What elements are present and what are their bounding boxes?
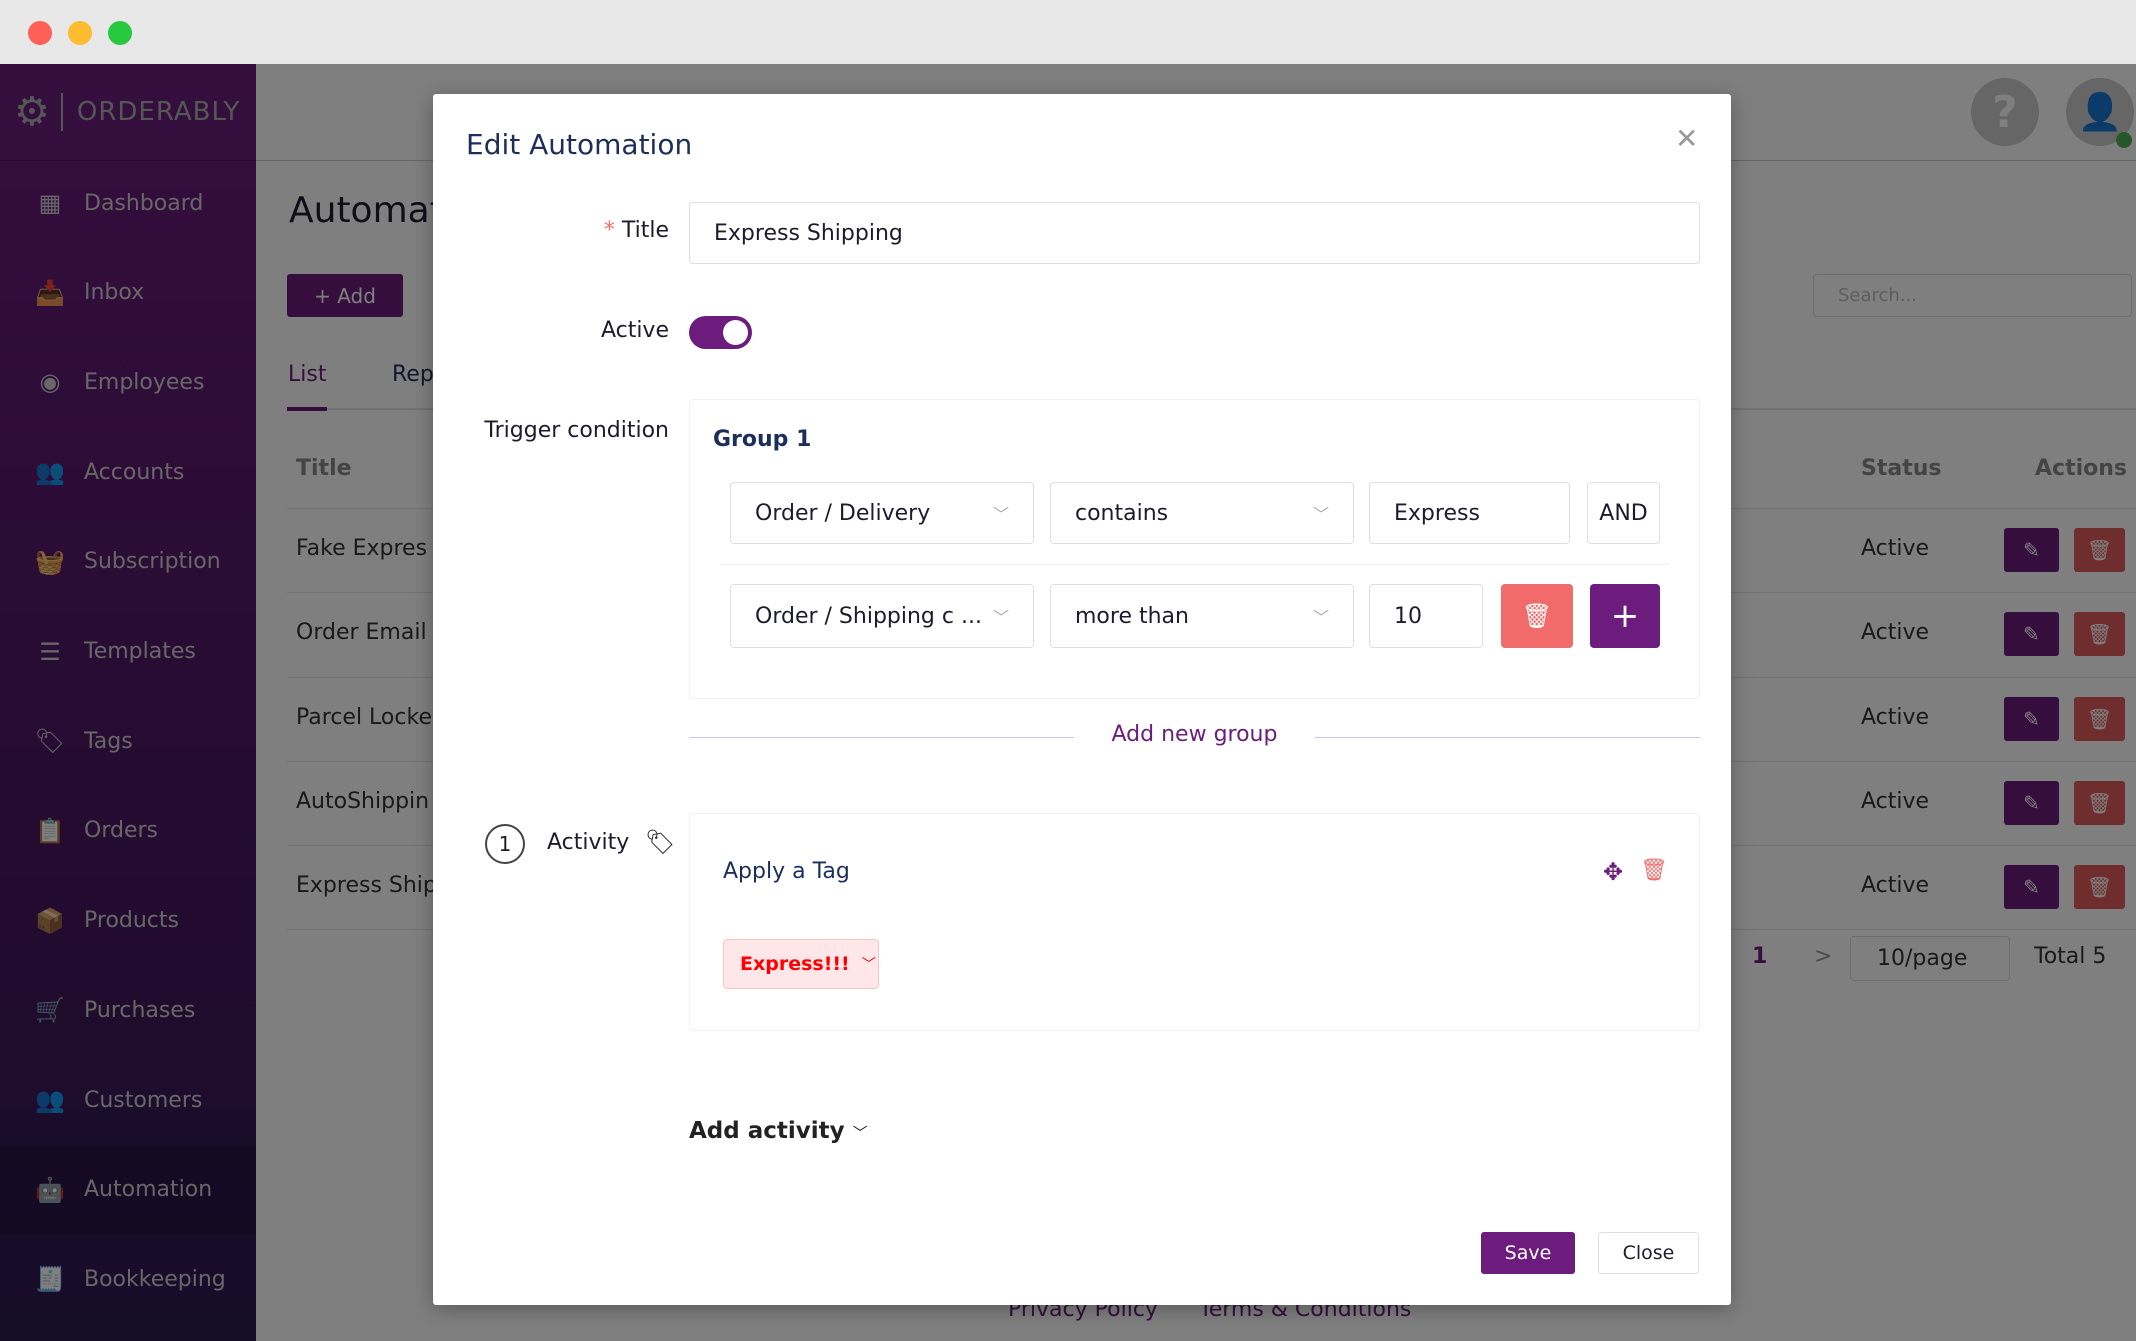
add-new-group-link[interactable]: Add new group [1074, 722, 1315, 747]
chevron-down-icon: ﹀ [992, 505, 1009, 524]
add-activity-dropdown[interactable]: Add activity ﹀ [689, 1118, 868, 1144]
trigger-condition-label: Trigger condition [484, 418, 669, 443]
move-icon[interactable]: ✥ [1603, 858, 1623, 886]
save-button[interactable]: Save [1481, 1232, 1575, 1274]
close-button[interactable]: Close [1598, 1232, 1699, 1274]
operator-select[interactable]: more than ﹀ [1050, 584, 1354, 648]
tag-select[interactable]: Express!!! ﹀ [723, 939, 879, 989]
and-button[interactable]: AND [1587, 482, 1660, 544]
active-toggle[interactable] [689, 316, 752, 349]
active-label: Active [600, 318, 669, 343]
chevron-down-icon: ﹀ [861, 957, 876, 973]
modal-title: Edit Automation [466, 128, 693, 161]
chevron-down-icon: ﹀ [992, 608, 1009, 627]
field-select[interactable]: Order / Shipping c ... ﹀ [730, 584, 1034, 648]
value-input[interactable]: 10 [1369, 584, 1483, 648]
trash-icon: 🗑 [1521, 602, 1553, 630]
activity-step-number: 1 [485, 824, 525, 864]
delete-condition-button[interactable]: 🗑 [1501, 584, 1573, 648]
value-input[interactable]: Express [1369, 482, 1570, 544]
add-condition-button[interactable]: + [1590, 584, 1660, 648]
title-label: Title [621, 218, 669, 243]
edit-automation-modal: Edit Automation ✕ * Title Express Shippi… [433, 94, 1731, 1305]
title-input[interactable]: Express Shipping [689, 202, 1700, 264]
operator-select[interactable]: contains ﹀ [1050, 482, 1354, 544]
condition-group: Group 1 Order / Delivery ﹀ contains ﹀ Expr… [689, 399, 1700, 699]
activity-card: Apply a Tag ✥ 🗑 Express!!! ﹀ [689, 813, 1700, 1031]
maximize-window-button[interactable] [108, 21, 132, 45]
close-icon[interactable]: ✕ [1675, 122, 1698, 155]
required-mark: * [603, 218, 615, 243]
chevron-down-icon: ﹀ [852, 1124, 868, 1142]
activity-label: Activity [547, 830, 630, 855]
chevron-down-icon: ﹀ [1312, 608, 1329, 627]
window-titlebar [0, 0, 2136, 64]
tag-icon: 🏷 [645, 828, 676, 856]
plus-icon: + [1610, 596, 1640, 636]
close-window-button[interactable] [28, 21, 52, 45]
chevron-down-icon: ﹀ [1312, 505, 1329, 524]
minimize-window-button[interactable] [68, 21, 92, 45]
field-select[interactable]: Order / Delivery ﹀ [730, 482, 1034, 544]
group-name: Group 1 [713, 427, 812, 452]
trash-icon[interactable]: 🗑 [1640, 858, 1668, 883]
activity-name: Apply a Tag [723, 859, 850, 884]
